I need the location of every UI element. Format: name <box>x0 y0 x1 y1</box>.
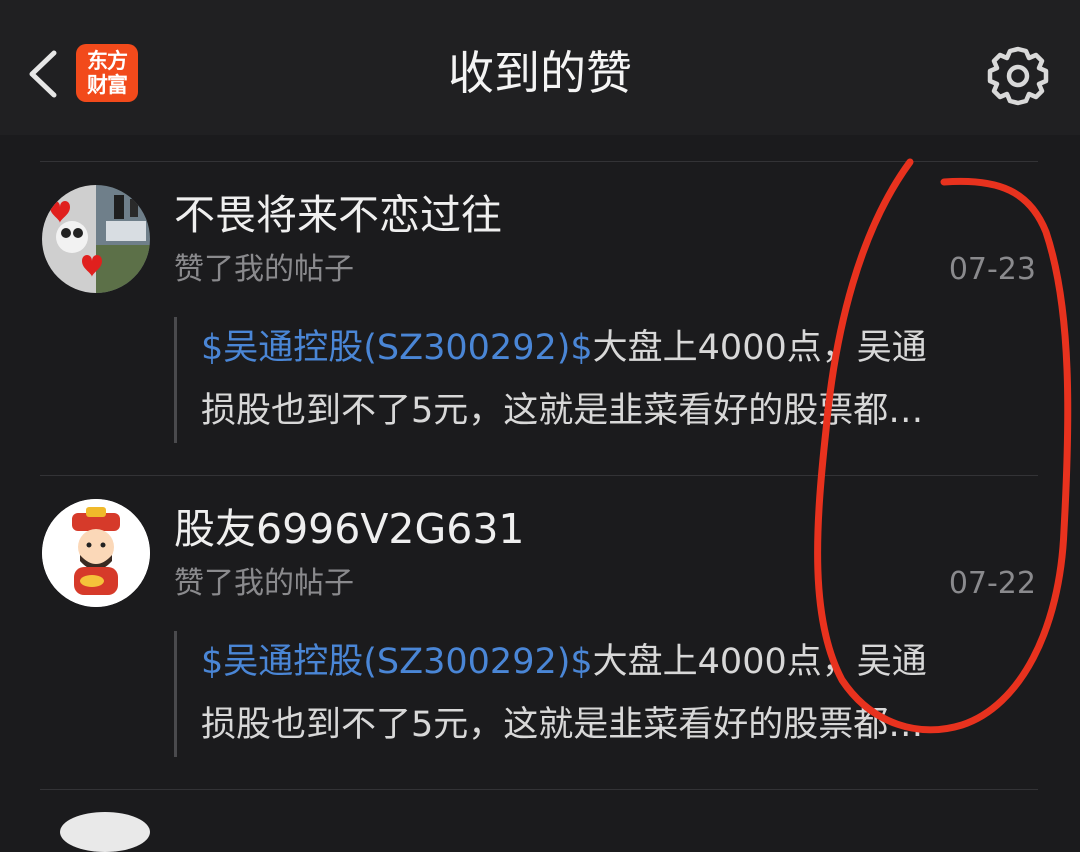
user-name[interactable]: 不畏将来不恋过往 <box>174 187 502 243</box>
settings-button[interactable] <box>982 40 1054 112</box>
action-text: 赞了我的帖子 <box>174 566 354 601</box>
post-excerpt[interactable]: $吴通控股(SZ300292)$大盘上4000点，吴通 损股也到不了5元，这就是… <box>174 317 1031 443</box>
likes-list: 不畏将来不恋过往 赞了我的帖子 07-23 $吴通控股(SZ300292)$大盘… <box>0 135 1080 818</box>
avatar-image <box>42 499 150 607</box>
list-item[interactable]: 股友6996V2G631 赞了我的帖子 07-22 $吴通控股(SZ300292… <box>0 476 1080 788</box>
avatar-image <box>42 185 150 293</box>
logo-text-bottom: 财富 <box>87 73 128 97</box>
avatar[interactable] <box>42 185 150 293</box>
gear-icon <box>987 46 1049 106</box>
user-name[interactable]: 股友6996V2G631 <box>174 501 525 557</box>
next-item-avatar[interactable] <box>60 812 150 852</box>
excerpt-line: 损股也到不了5元，这就是韭菜看好的股票都… <box>201 705 924 745</box>
list-item[interactable]: 不畏将来不恋过往 赞了我的帖子 07-23 $吴通控股(SZ300292)$大盘… <box>0 162 1080 474</box>
back-arrow-icon <box>29 50 57 98</box>
top-bar: 东方 财富 收到的赞 <box>0 0 1080 135</box>
excerpt-line: $吴通控股(SZ300292)$大盘上4000点，吴通 <box>201 317 1031 380</box>
post-excerpt[interactable]: $吴通控股(SZ300292)$大盘上4000点，吴通 损股也到不了5元，这就是… <box>174 631 1031 757</box>
stock-link[interactable]: $吴通控股(SZ300292)$ <box>201 642 593 682</box>
app-logo[interactable]: 东方 财富 <box>76 44 138 102</box>
excerpt-text: 大盘上4000点，吴通 <box>592 642 927 682</box>
avatar[interactable] <box>42 499 150 607</box>
like-date: 07-22 <box>948 566 1036 601</box>
page-title: 收到的赞 <box>448 46 632 100</box>
logo-text-top: 东方 <box>87 49 128 73</box>
excerpt-line: 损股也到不了5元，这就是韭菜看好的股票都… <box>201 391 924 431</box>
action-text: 赞了我的帖子 <box>174 252 354 287</box>
stock-link[interactable]: $吴通控股(SZ300292)$ <box>201 328 593 368</box>
excerpt-line: $吴通控股(SZ300292)$大盘上4000点，吴通 <box>201 631 1031 694</box>
back-button[interactable] <box>18 42 66 106</box>
excerpt-text: 大盘上4000点，吴通 <box>592 328 927 368</box>
like-date: 07-23 <box>948 252 1036 287</box>
list-divider <box>40 789 1038 790</box>
